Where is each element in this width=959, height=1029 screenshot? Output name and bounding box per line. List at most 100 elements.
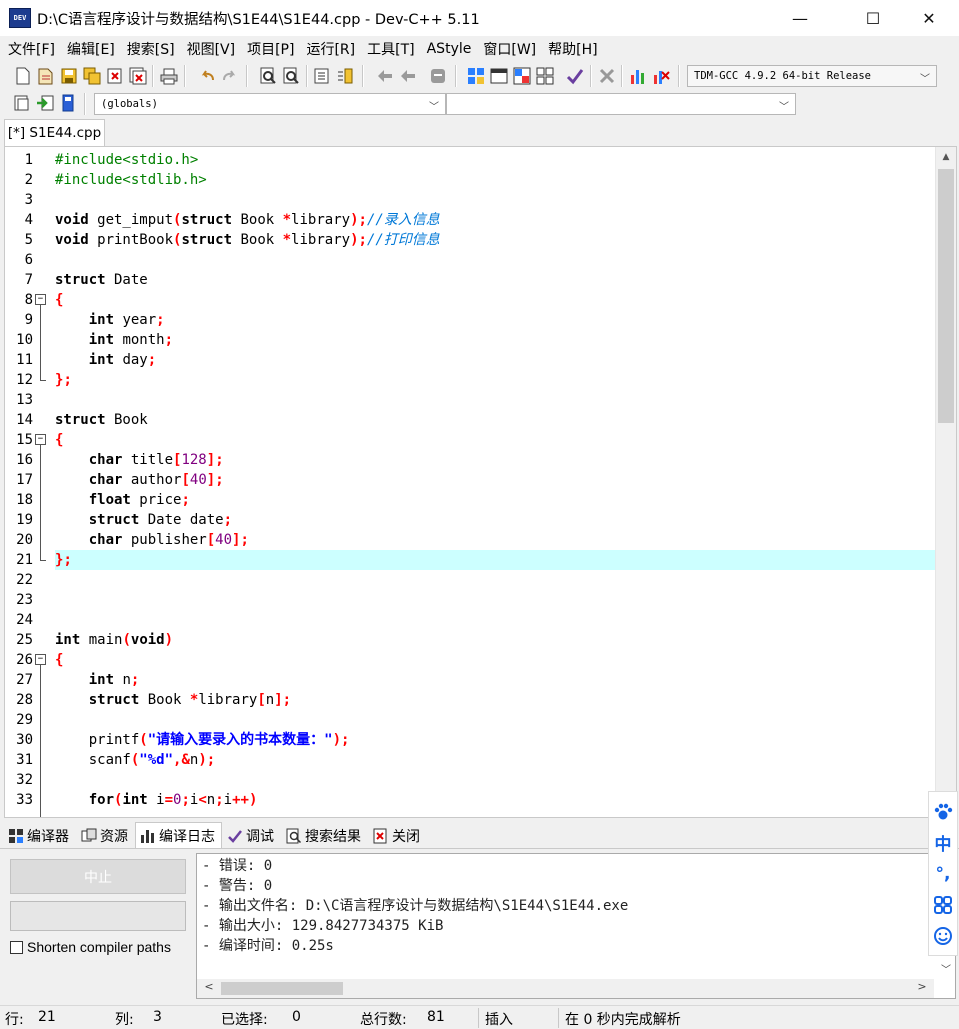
compile-button[interactable] (466, 66, 486, 86)
insert-button[interactable] (35, 93, 55, 113)
menu-file[interactable]: 文件[F] (2, 39, 61, 59)
tab-compiler[interactable]: 编译器 (3, 824, 76, 848)
menu-window[interactable]: 窗口[W] (477, 39, 542, 59)
run-button[interactable] (489, 66, 509, 86)
scroll-down-icon[interactable]: ﹀ (941, 961, 951, 976)
code-line[interactable]: { (55, 430, 935, 450)
menu-search[interactable]: 搜索[S] (121, 39, 181, 59)
compile-run-button[interactable] (512, 66, 532, 86)
code-line[interactable] (55, 590, 935, 610)
code-line[interactable]: struct Date (55, 270, 935, 290)
maximize-button[interactable]: ☐ (850, 0, 896, 36)
toggle-bookmark-button[interactable] (58, 93, 78, 113)
code-line[interactable]: #include<stdio.h> (55, 150, 935, 170)
log-horizontal-scrollbar[interactable]: < > (197, 979, 934, 998)
fold-collapse-icon[interactable]: − (35, 434, 46, 445)
code-line[interactable]: char title[128]; (55, 450, 935, 470)
tab-close[interactable]: 关闭 (368, 824, 427, 848)
code-line[interactable]: struct Date date; (55, 510, 935, 530)
code-line[interactable] (55, 610, 935, 630)
goto-prev-button[interactable] (375, 66, 395, 86)
code-line[interactable]: int year; (55, 310, 935, 330)
scrollbar-thumb[interactable] (938, 169, 954, 423)
code-line[interactable] (55, 190, 935, 210)
smile-icon[interactable] (931, 924, 955, 948)
code-line[interactable]: int main(void) (55, 630, 935, 650)
menu-tools[interactable]: 工具[T] (361, 39, 420, 59)
print-button[interactable] (159, 66, 179, 86)
code-line[interactable]: struct Book (55, 410, 935, 430)
save-button[interactable] (59, 66, 79, 86)
replace-button[interactable] (281, 66, 301, 86)
close-file-button[interactable] (105, 66, 125, 86)
code-line[interactable]: float price; (55, 490, 935, 510)
indent-button[interactable] (312, 66, 332, 86)
tab-compile-log[interactable]: 编译日志 (135, 822, 222, 848)
shorten-paths-checkbox[interactable] (10, 940, 23, 954)
compiler-select[interactable]: TDM-GCC 4.9.2 64-bit Release ﹀ (687, 65, 937, 87)
minimize-button[interactable]: — (777, 0, 823, 36)
menu-edit[interactable]: 编辑[E] (61, 39, 121, 59)
code-line[interactable]: char publisher[40]; (55, 530, 935, 550)
code-line[interactable] (55, 250, 935, 270)
scroll-left-icon[interactable]: < (200, 980, 218, 993)
code-line[interactable]: int n; (55, 670, 935, 690)
delete-profile-button[interactable] (651, 66, 671, 86)
code-line[interactable]: }; (55, 370, 935, 390)
unindent-button[interactable] (335, 66, 355, 86)
code-line[interactable]: int month; (55, 330, 935, 350)
tab-debug[interactable]: 调试 (222, 824, 281, 848)
stop-compile-button[interactable]: 中止 (10, 859, 186, 894)
compile-log-output[interactable]: - 错误: 0 - 警告: 0 - 输出文件名: D:\C语言程序设计与数据结构\S… (196, 853, 956, 999)
code-line[interactable]: }; (55, 550, 935, 570)
code-line[interactable] (55, 570, 935, 590)
toggle-comment-button[interactable] (428, 66, 448, 86)
menu-astyle[interactable]: AStyle (421, 41, 478, 57)
save-all-button[interactable] (82, 66, 102, 86)
scroll-right-icon[interactable]: > (913, 980, 931, 993)
code-line[interactable] (55, 710, 935, 730)
scroll-up-icon[interactable]: ▲ (936, 147, 956, 167)
menu-project[interactable]: 项目[P] (241, 39, 300, 59)
rebuild-button[interactable] (535, 66, 555, 86)
code-line[interactable] (55, 770, 935, 790)
fold-collapse-icon[interactable]: − (35, 654, 46, 665)
editor-vertical-scrollbar[interactable]: ▲ (935, 147, 956, 817)
code-line[interactable]: { (55, 650, 935, 670)
shorten-paths-option[interactable]: Shorten compiler paths (10, 939, 171, 955)
code-line[interactable]: printf("请输入要录入的书本数量："); (55, 730, 935, 750)
code-line[interactable]: scanf("%d",&n); (55, 750, 935, 770)
code-line[interactable]: struct Book *library[n]; (55, 690, 935, 710)
menu-view[interactable]: 视图[V] (181, 39, 242, 59)
code-line[interactable]: for(int i=0;i<n;i++) (55, 790, 935, 810)
code-line[interactable]: int day; (55, 350, 935, 370)
menu-help[interactable]: 帮助[H] (542, 39, 603, 59)
menu-run[interactable]: 运行[R] (300, 39, 361, 59)
goto-next-button[interactable] (398, 66, 418, 86)
scrollbar-thumb[interactable] (221, 982, 343, 995)
new-file-button[interactable] (13, 66, 33, 86)
code-line[interactable] (55, 390, 935, 410)
code-line[interactable]: char author[40]; (55, 470, 935, 490)
paw-icon[interactable] (931, 800, 955, 824)
fold-collapse-icon[interactable]: − (35, 294, 46, 305)
close-button[interactable]: ✕ (906, 0, 952, 36)
ime-punctuation-button[interactable]: °, (931, 862, 955, 886)
ime-chinese-mode-button[interactable]: 中 (931, 831, 955, 855)
scope-select[interactable]: (globals) ﹀ (94, 93, 446, 115)
stop-execution-button[interactable] (597, 66, 617, 86)
code-line[interactable]: #include<stdlib.h> (55, 170, 935, 190)
tab-s1e44-cpp[interactable]: [*] S1E44.cpp (4, 119, 105, 146)
syntax-check-button[interactable] (565, 66, 585, 86)
tab-search-results[interactable]: 搜索结果 (281, 824, 368, 848)
grid-icon[interactable] (931, 893, 955, 917)
tab-resources[interactable]: 资源 (76, 824, 135, 848)
code-line[interactable]: void get_imput(struct Book *library);//录… (55, 210, 935, 230)
find-button[interactable] (258, 66, 278, 86)
code-line[interactable]: { (55, 290, 935, 310)
new-class-button[interactable] (12, 93, 32, 113)
open-file-button[interactable] (36, 66, 56, 86)
profile-button[interactable] (628, 66, 648, 86)
member-select[interactable]: ﹀ (446, 93, 796, 115)
code-editor[interactable]: 1 2 3 4 5 6 7 8 9 10 11 12 13 14 15 16 17 18 19 20 21 22 23 24 2… (4, 146, 957, 818)
